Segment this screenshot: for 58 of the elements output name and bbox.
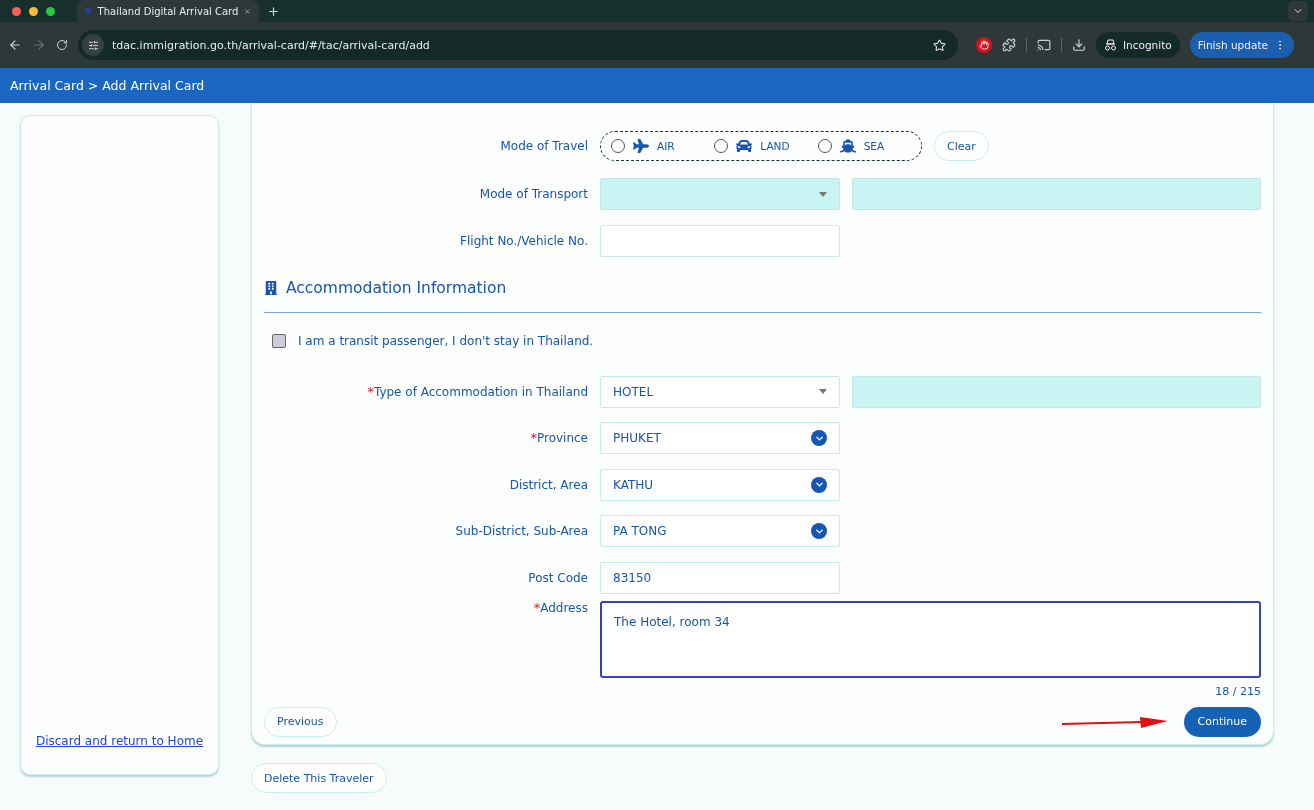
dropdown-field[interactable]: KATHU (600, 468, 840, 501)
option-label: AIR (657, 140, 675, 152)
minimize-window-icon[interactable] (29, 6, 38, 16)
ship-icon (839, 138, 856, 154)
field-label: Flight No./Vehicle No. (460, 233, 588, 248)
stop-hand-icon[interactable] (976, 37, 992, 53)
close-window-icon[interactable] (12, 6, 21, 16)
option-label: LAND (760, 140, 790, 152)
maximize-window-icon[interactable] (46, 6, 55, 16)
field-label: *Province (530, 431, 588, 446)
text-field[interactable]: 83150 (600, 561, 840, 594)
caret-icon (819, 191, 827, 197)
checkbox-label: I am a transit passenger, I don't stay in Thailand. (298, 333, 594, 348)
new-tab-icon[interactable] (267, 4, 280, 18)
site-settings-icon[interactable] (82, 34, 104, 56)
dropdown-field[interactable]: HOTEL (600, 375, 840, 408)
tab-list-button[interactable] (1288, 1, 1308, 21)
previous-button[interactable]: Previous (264, 706, 337, 737)
field-label: *Address (533, 600, 588, 615)
forward-icon[interactable] (32, 38, 46, 52)
delete-traveler-button[interactable]: Delete This Traveler (251, 763, 387, 793)
checkbox[interactable] (272, 333, 286, 348)
dropdown-field[interactable]: PA TONG (600, 515, 840, 548)
reload-icon[interactable] (56, 39, 68, 51)
breadcrumb: Arrival Card > Add Arrival Card (10, 78, 205, 93)
field-label: Post Code (528, 570, 588, 585)
field-label: Mode of Transport (479, 187, 588, 202)
character-counter: 18 / 215 (1215, 685, 1261, 698)
home-link[interactable]: Discard and return to Home (35, 734, 204, 748)
option-label: SEA (863, 140, 885, 152)
chevron-icon (811, 476, 827, 493)
address-bar[interactable]: tdac.immigration.go.th/arrival-card/#/tac/arrival-card/add (78, 30, 958, 60)
incognito-icon (1104, 39, 1117, 51)
field-label: District, Area (509, 477, 588, 492)
cast-icon[interactable] (1037, 38, 1051, 52)
finish-update-button[interactable]: Finish update (1189, 32, 1294, 58)
chevron-icon (811, 523, 827, 540)
bookmark-icon[interactable] (933, 38, 946, 52)
chevron-icon (811, 430, 827, 447)
incognito-button[interactable]: Incognito (1096, 32, 1180, 58)
dropdown-field[interactable]: PHUKET (600, 422, 840, 455)
field-label: *Type of Accommodation in Thailand (367, 384, 588, 399)
airplane-icon (633, 138, 649, 154)
continue-button[interactable]: Continue (1183, 706, 1261, 737)
field-label: Mode of Travel (500, 139, 588, 153)
building-icon (264, 280, 278, 295)
extensions-icon[interactable] (1002, 38, 1016, 52)
back-icon[interactable] (8, 38, 22, 52)
field-label: Sub-District, Sub-Area (455, 524, 588, 539)
shield-icon (85, 5, 92, 17)
clear-button[interactable]: Clear (934, 131, 989, 161)
download-icon[interactable] (1072, 38, 1086, 52)
browser-tab[interactable]: Thailand Digital Arrival Card (77, 0, 259, 22)
car-icon (736, 138, 753, 154)
address-field[interactable]: The Hotel, room 34 (600, 600, 1261, 678)
section-title: Accommodation Information (286, 278, 507, 297)
text-field[interactable] (600, 224, 840, 257)
caret-icon (819, 389, 827, 395)
